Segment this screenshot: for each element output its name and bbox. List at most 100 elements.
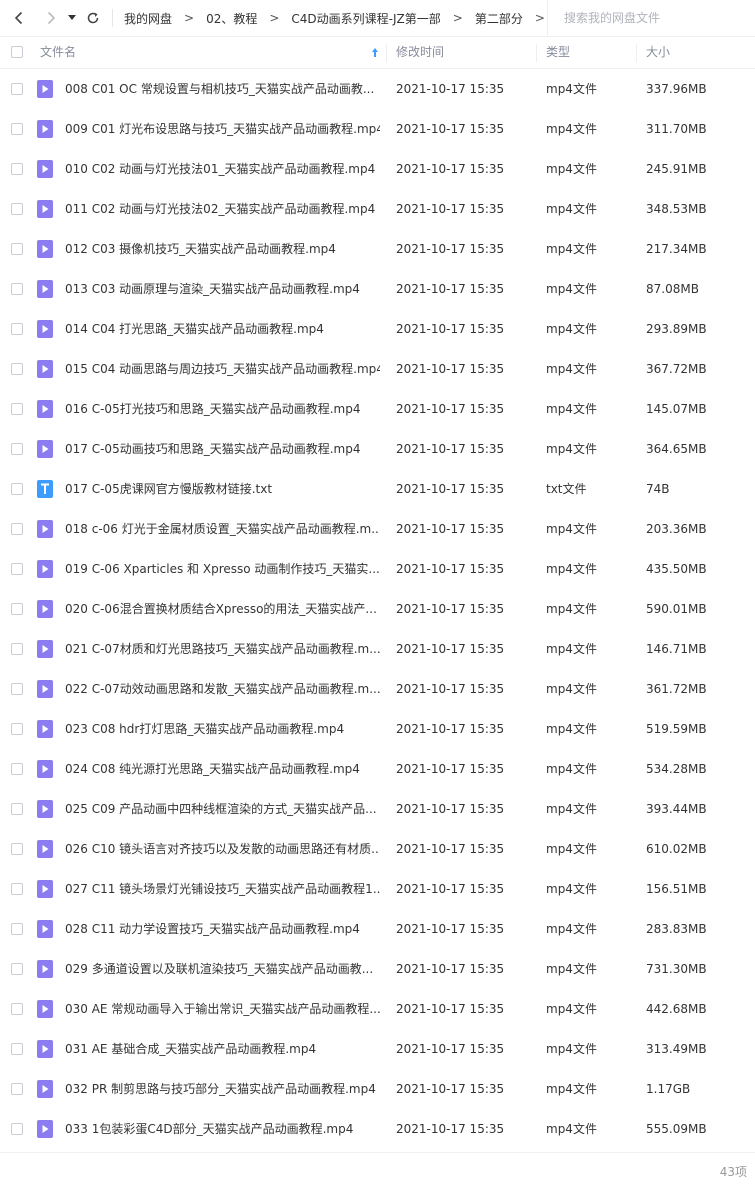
- table-row[interactable]: 017 C-05虎课网官方慢版教材链接.txt 2021-10-17 15:35 t…: [0, 469, 755, 509]
- breadcrumb-item-part-two[interactable]: 第二部分: [475, 10, 523, 27]
- row-checkbox[interactable]: [11, 963, 23, 975]
- row-checkbox[interactable]: [11, 563, 23, 575]
- row-checkbox[interactable]: [11, 763, 23, 775]
- file-type: mp4文件: [546, 562, 597, 576]
- table-row[interactable]: 023 C08 hdr打灯思路_天猫实战产品动画教程.mp4 2021-10-17…: [0, 709, 755, 749]
- row-checkbox[interactable]: [11, 1083, 23, 1095]
- file-size: 146.71MB: [646, 642, 707, 656]
- file-type: mp4文件: [546, 922, 597, 936]
- file-size: 145.07MB: [646, 402, 707, 416]
- row-checkbox[interactable]: [11, 483, 23, 495]
- file-type: mp4文件: [546, 962, 597, 976]
- video-file-icon: [37, 1040, 53, 1058]
- back-button[interactable]: [8, 7, 30, 29]
- table-row[interactable]: 021 C-07材质和灯光思路技巧_天猫实战产品动画教程.m... 2021-10…: [0, 629, 755, 669]
- table-row[interactable]: 030 AE 常规动画导入于输出常识_天猫实战产品动画教程.... 2021-10…: [0, 989, 755, 1029]
- column-header-name[interactable]: 文件名: [40, 37, 76, 68]
- table-row[interactable]: 027 C11 镜头场景灯光铺设技巧_天猫实战产品动画教程1... 2021-10…: [0, 869, 755, 909]
- row-checkbox[interactable]: [11, 323, 23, 335]
- row-checkbox[interactable]: [11, 643, 23, 655]
- forward-button[interactable]: [40, 7, 62, 29]
- file-name: 022 C-07动效动画思路和发散_天猫实战产品动画教程.m...: [65, 682, 380, 696]
- table-row[interactable]: 018 c-06 灯光于金属材质设置_天猫实战产品动画教程.m... 2021-1…: [0, 509, 755, 549]
- file-modified-time: 2021-10-17 15:35: [396, 922, 505, 936]
- file-size: 1.17GB: [646, 1082, 691, 1096]
- row-checkbox[interactable]: [11, 123, 23, 135]
- table-row[interactable]: 031 AE 基础合成_天猫实战产品动画教程.mp4 2021-10-17 15:…: [0, 1029, 755, 1069]
- table-row[interactable]: 013 C03 动画原理与渲染_天猫实战产品动画教程.mp4 2021-10-17…: [0, 269, 755, 309]
- row-checkbox[interactable]: [11, 283, 23, 295]
- file-modified-time: 2021-10-17 15:35: [396, 602, 505, 616]
- row-checkbox[interactable]: [11, 1043, 23, 1055]
- row-checkbox[interactable]: [11, 363, 23, 375]
- row-checkbox[interactable]: [11, 723, 23, 735]
- table-row[interactable]: 019 C-06 Xparticles 和 Xpresso 动画制作技巧_天猫实…: [0, 549, 755, 589]
- table-row[interactable]: 020 C-06混合置换材质结合Xpresso的用法_天猫实战产... 2021-…: [0, 589, 755, 629]
- column-header-time[interactable]: 修改时间: [396, 37, 444, 68]
- column-header-type[interactable]: 类型: [546, 37, 570, 68]
- file-modified-time: 2021-10-17 15:35: [396, 1042, 505, 1056]
- row-checkbox[interactable]: [11, 523, 23, 535]
- row-checkbox[interactable]: [11, 923, 23, 935]
- table-row[interactable]: 017 C-05动画技巧和思路_天猫实战产品动画教程.mp4 2021-10-17…: [0, 429, 755, 469]
- column-divider[interactable]: [536, 44, 537, 62]
- file-modified-time: 2021-10-17 15:35: [396, 642, 505, 656]
- breadcrumb-item-course[interactable]: C4D动画系列课程-JZ第一部: [291, 10, 440, 27]
- breadcrumb-item-tutorials[interactable]: 02、教程: [206, 10, 257, 27]
- table-row[interactable]: 014 C04 打光思路_天猫实战产品动画教程.mp4 2021-10-17 15…: [0, 309, 755, 349]
- file-modified-time: 2021-10-17 15:35: [396, 362, 505, 376]
- table-row[interactable]: 008 C01 OC 常规设置与相机技巧_天猫实战产品动画教... 2021-10…: [0, 69, 755, 109]
- column-header-size[interactable]: 大小: [646, 37, 670, 68]
- table-row[interactable]: 012 C03 摄像机技巧_天猫实战产品动画教程.mp4 2021-10-17 1…: [0, 229, 755, 269]
- row-checkbox[interactable]: [11, 203, 23, 215]
- table-row[interactable]: 010 C02 动画与灯光技法01_天猫实战产品动画教程.mp4 2021-10-…: [0, 149, 755, 189]
- file-modified-time: 2021-10-17 15:35: [396, 202, 505, 216]
- table-row[interactable]: 026 C10 镜头语言对齐技巧以及发散的动画思路还有材质... 2021-10-…: [0, 829, 755, 869]
- table-row[interactable]: 016 C-05打光技巧和思路_天猫实战产品动画教程.mp4 2021-10-17…: [0, 389, 755, 429]
- breadcrumb-separator: >: [452, 11, 463, 25]
- table-row[interactable]: 025 C09 产品动画中四种线框渲染的方式_天猫实战产品... 2021-10-…: [0, 789, 755, 829]
- row-checkbox[interactable]: [11, 843, 23, 855]
- file-size: 731.30MB: [646, 962, 707, 976]
- video-file-icon: [37, 1120, 53, 1138]
- row-checkbox[interactable]: [11, 883, 23, 895]
- sort-up-arrow-icon[interactable]: [371, 37, 379, 68]
- search-input[interactable]: [548, 0, 754, 36]
- row-checkbox[interactable]: [11, 683, 23, 695]
- table-row[interactable]: 009 C01 灯光布设思路与技巧_天猫实战产品动画教程.mp4 2021-10-…: [0, 109, 755, 149]
- row-checkbox[interactable]: [11, 83, 23, 95]
- table-row[interactable]: 032 PR 制剪思路与技巧部分_天猫实战产品动画教程.mp4 2021-10-1…: [0, 1069, 755, 1109]
- file-name: 017 C-05虎课网官方慢版教材链接.txt: [65, 482, 273, 496]
- row-checkbox[interactable]: [11, 163, 23, 175]
- chevron-right-icon: [47, 11, 56, 25]
- column-divider[interactable]: [636, 44, 637, 62]
- table-row[interactable]: 022 C-07动效动画思路和发散_天猫实战产品动画教程.m... 2021-10…: [0, 669, 755, 709]
- row-checkbox[interactable]: [11, 243, 23, 255]
- row-checkbox[interactable]: [11, 803, 23, 815]
- file-modified-time: 2021-10-17 15:35: [396, 1082, 505, 1096]
- file-name: 015 C04 动画思路与周边技巧_天猫实战产品动画教程.mp4: [65, 362, 380, 376]
- history-dropdown-button[interactable]: [64, 7, 80, 29]
- video-file-icon: [37, 280, 53, 298]
- table-row[interactable]: 015 C04 动画思路与周边技巧_天猫实战产品动画教程.mp4 2021-10-…: [0, 349, 755, 389]
- refresh-button[interactable]: [82, 7, 104, 29]
- breadcrumb: 我的网盘 > 02、教程 > C4D动画系列课程-JZ第一部 > 第二部分 >: [124, 10, 557, 27]
- breadcrumb-item-my-drive[interactable]: 我的网盘: [124, 10, 172, 27]
- table-row[interactable]: 029 多通道设置以及联机渲染技巧_天猫实战产品动画教... 2021-10-17…: [0, 949, 755, 989]
- row-checkbox[interactable]: [11, 443, 23, 455]
- row-checkbox[interactable]: [11, 1003, 23, 1015]
- row-checkbox[interactable]: [11, 403, 23, 415]
- table-row[interactable]: 024 C08 纯光源打光思路_天猫实战产品动画教程.mp4 2021-10-17…: [0, 749, 755, 789]
- text-file-icon: [37, 480, 53, 498]
- table-row[interactable]: 011 C02 动画与灯光技法02_天猫实战产品动画教程.mp4 2021-10-…: [0, 189, 755, 229]
- file-type: mp4文件: [546, 642, 597, 656]
- column-divider[interactable]: [386, 44, 387, 62]
- row-checkbox[interactable]: [11, 1123, 23, 1135]
- select-all-checkbox[interactable]: [11, 46, 23, 58]
- file-type: mp4文件: [546, 1002, 597, 1016]
- file-modified-time: 2021-10-17 15:35: [396, 762, 505, 776]
- table-row[interactable]: 033 1包装彩蛋C4D部分_天猫实战产品动画教程.mp4 2021-10-17 …: [0, 1109, 755, 1149]
- file-type: mp4文件: [546, 82, 597, 96]
- table-row[interactable]: 028 C11 动力学设置技巧_天猫实战产品动画教程.mp4 2021-10-17…: [0, 909, 755, 949]
- row-checkbox[interactable]: [11, 603, 23, 615]
